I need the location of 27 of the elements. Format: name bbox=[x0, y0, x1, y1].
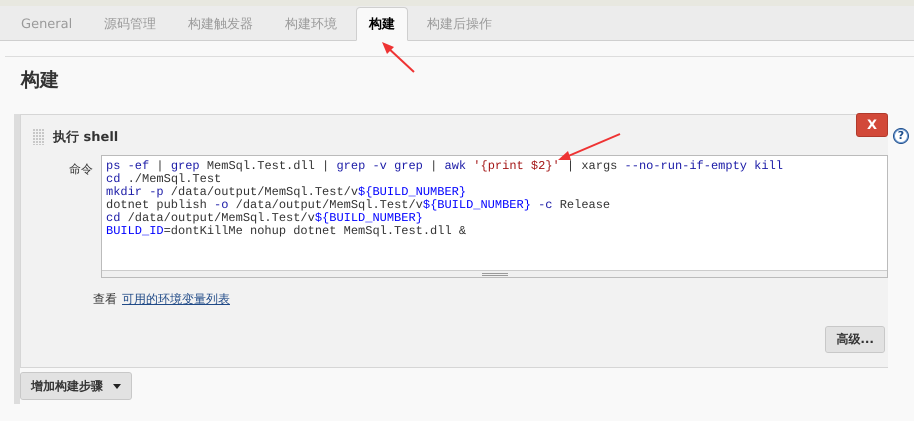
command-textarea[interactable] bbox=[101, 155, 888, 278]
tab[interactable]: 构建触发器 bbox=[175, 7, 266, 41]
code-line: cd ./MemSql.Test bbox=[106, 173, 222, 186]
hint-text: 查看 bbox=[93, 291, 117, 308]
delete-button[interactable]: X bbox=[856, 113, 888, 137]
code-line: cd /data/output/MemSql.Test/v${BUILD_NUMBER} bbox=[106, 212, 424, 225]
code-line: mkdir -p /data/output/MemSql.Test/v${BUILD_NUMBER} bbox=[106, 186, 468, 199]
tab[interactable]: 源码管理 bbox=[91, 7, 170, 41]
env-vars-link[interactable]: 可用的环境变量列表 bbox=[122, 291, 230, 308]
help-icon[interactable]: ? bbox=[893, 128, 909, 144]
code-line: dotnet publish -o /data/output/MemSql.Test/v${BUILD_NUMBER} -c Release bbox=[106, 199, 612, 212]
tab[interactable]: 构建后操作 bbox=[414, 7, 506, 41]
add-step-button[interactable]: 增加构建步骤 bbox=[20, 372, 132, 400]
tab[interactable]: 构建环境 bbox=[272, 7, 350, 41]
code-line: ps -ef | grep MemSql.Test.dll | grep -v grep | awk '{print $2}' | xargs --no-run-if-empty kill bbox=[106, 160, 784, 173]
caret-icon bbox=[113, 384, 121, 388]
code-line: BUILD_ID=dontKillMe nohup dotnet MemSql.Test.dll & bbox=[106, 225, 468, 238]
command-label: 命令 bbox=[68, 161, 93, 178]
step-title: 执行 shell bbox=[53, 129, 118, 146]
tab[interactable]: 构建 bbox=[356, 7, 408, 41]
annotation-arrow bbox=[556, 132, 622, 162]
annotation-arrow bbox=[380, 40, 416, 74]
advanced-button[interactable]: 高级... bbox=[825, 326, 885, 353]
resize-handle[interactable] bbox=[102, 270, 887, 277]
drag-handle-icon[interactable] bbox=[33, 129, 45, 145]
tab[interactable]: General bbox=[8, 7, 86, 41]
section-title: 构建 bbox=[21, 68, 60, 93]
